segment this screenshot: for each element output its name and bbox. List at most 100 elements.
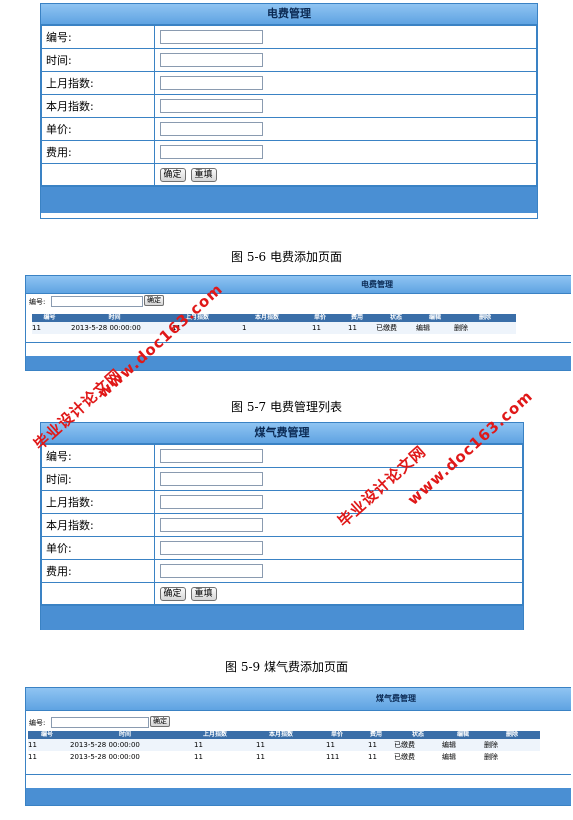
table-cell: 11 <box>28 753 37 761</box>
electricity-list-title-bar: 电费管理 <box>26 276 571 294</box>
form-footer-bar <box>41 186 537 213</box>
table-cell: 2013-5-28 00:00:00 <box>71 324 141 332</box>
fee-input[interactable] <box>160 564 263 578</box>
edit-link[interactable]: 编辑 <box>442 739 484 751</box>
table-header-row: 编号 时间 上月指数 本月指数 单价 费用 状态 编辑 删除 <box>32 314 516 322</box>
table-cell: 已缴费 <box>376 324 397 332</box>
field-cell <box>154 117 537 141</box>
field-label-time: 时间: <box>41 467 155 491</box>
list-footer-bar <box>26 788 571 805</box>
field-label-last-reading: 上月指数: <box>41 490 155 514</box>
table-cell: 11 <box>28 741 37 749</box>
field-cell <box>154 25 537 49</box>
time-input[interactable] <box>160 53 263 67</box>
reset-button[interactable]: 重填 <box>190 168 217 182</box>
delete-link[interactable]: 删除 <box>484 739 540 751</box>
list-title: 电费管理 <box>361 280 393 289</box>
column-header: 上月指数 <box>184 731 246 739</box>
column-header: 单价 <box>302 314 338 322</box>
column-header: 状态 <box>376 314 416 322</box>
button-cell: 确定 重填 <box>154 582 523 605</box>
column-header: 编辑 <box>442 731 484 739</box>
gas-form-title: 煤气费管理 <box>41 423 523 444</box>
search-row: 编号: 确定 <box>26 294 571 308</box>
edit-link[interactable]: 编辑 <box>416 322 454 334</box>
table-row: 11 2013-5-28 00:00:00 11 1 11 11 已缴费 编辑 删除 <box>32 322 516 334</box>
delete-link[interactable]: 删除 <box>454 322 516 334</box>
last-month-reading-input[interactable] <box>160 495 263 509</box>
field-label-fee: 费用: <box>41 559 155 583</box>
table-cell: 11 <box>194 741 203 749</box>
table-cell: 11 <box>312 324 321 332</box>
column-header: 费用 <box>358 731 394 739</box>
unit-price-input[interactable] <box>160 122 263 136</box>
table-cell: 2013-5-28 00:00:00 <box>70 741 140 749</box>
field-label-current-reading: 本月指数: <box>41 513 155 537</box>
field-label-time: 时间: <box>41 48 155 72</box>
list-title: 煤气费管理 <box>376 694 416 703</box>
table-cell: 11 <box>348 324 357 332</box>
form-footer-bar <box>41 605 523 630</box>
field-label-last-reading: 上月指数: <box>41 71 155 95</box>
table-header-row: 编号 时间 上月指数 本月指数 单价 费用 状态 编辑 删除 <box>28 731 540 739</box>
table-cell: 11 <box>256 753 265 761</box>
confirm-button[interactable]: 确定 <box>159 168 186 182</box>
column-header: 本月指数 <box>246 731 316 739</box>
fee-input[interactable] <box>160 145 263 159</box>
field-cell <box>154 559 523 583</box>
electricity-form-table: 编号: 时间: 上月指数: 本月指数: 单价: 费用: 确定 重填 <box>41 25 537 186</box>
edit-link[interactable]: 编辑 <box>442 751 484 763</box>
column-header: 删除 <box>484 731 540 739</box>
field-label-id: 编号: <box>41 444 155 468</box>
field-label-current-reading: 本月指数: <box>41 94 155 118</box>
table-cell: 已缴费 <box>394 741 415 749</box>
column-header: 费用 <box>338 314 376 322</box>
confirm-button[interactable]: 确定 <box>159 587 186 601</box>
search-button[interactable]: 确定 <box>144 295 164 306</box>
unit-price-input[interactable] <box>160 541 263 555</box>
current-month-reading-input[interactable] <box>160 99 263 113</box>
gas-list-title-bar: 煤气费管理 <box>26 688 571 711</box>
empty-cell <box>41 582 155 605</box>
column-header: 单价 <box>316 731 358 739</box>
field-cell <box>154 94 537 118</box>
table-cell: 1 <box>242 324 247 332</box>
reset-button[interactable]: 重填 <box>190 587 217 601</box>
last-month-reading-input[interactable] <box>160 76 263 90</box>
column-header: 时间 <box>66 731 184 739</box>
search-row: 编号: 确定 <box>26 715 571 731</box>
divider-line <box>26 774 571 775</box>
electricity-form-panel: 电费管理 编号: 时间: 上月指数: 本月指数: 单价: 费用: 确定 重填 <box>40 3 538 219</box>
time-input[interactable] <box>160 472 263 486</box>
table-row: 11 2013-5-28 00:00:00 11 11 111 11 已缴费 编辑 删除 <box>28 751 540 763</box>
search-button[interactable]: 确定 <box>150 716 170 727</box>
search-input[interactable] <box>51 717 149 728</box>
table-cell: 11 <box>326 741 335 749</box>
electricity-form-title: 电费管理 <box>41 4 537 25</box>
gas-list-panel: 煤气费管理 编号: 确定 编号 时间 上月指数 本月指数 单价 费用 状态 编辑 删除 11 20… <box>25 687 571 806</box>
column-header: 删除 <box>454 314 516 322</box>
button-cell: 确定 重填 <box>154 163 537 186</box>
table-cell: 2013-5-28 00:00:00 <box>70 753 140 761</box>
table-cell: 11 <box>256 741 265 749</box>
table-cell: 11 <box>368 753 377 761</box>
field-cell <box>154 48 537 72</box>
column-header: 本月指数 <box>232 314 302 322</box>
id-input[interactable] <box>160 30 263 44</box>
electricity-list-panel: 电费管理 编号: 确定 编号 时间 上月指数 本月指数 单价 费用 状态 编辑 删除 11 201… <box>25 275 571 371</box>
field-cell <box>154 467 523 491</box>
field-label-fee: 费用: <box>41 140 155 164</box>
field-label-unit-price: 单价: <box>41 117 155 141</box>
figure-caption: 图 5-6 电费添加页面 <box>231 250 342 264</box>
gas-table: 编号 时间 上月指数 本月指数 单价 费用 状态 编辑 删除 11 2013-5-28 00:00… <box>28 731 540 763</box>
id-input[interactable] <box>160 449 263 463</box>
search-label: 编号: <box>29 719 46 727</box>
delete-link[interactable]: 删除 <box>484 751 540 763</box>
search-label: 编号: <box>29 298 46 306</box>
column-header: 编号 <box>32 314 67 322</box>
search-input[interactable] <box>51 296 143 307</box>
current-month-reading-input[interactable] <box>160 518 263 532</box>
table-row: 11 2013-5-28 00:00:00 11 11 11 11 已缴费 编辑 删除 <box>28 739 540 751</box>
table-cell: 111 <box>326 753 340 761</box>
field-cell <box>154 71 537 95</box>
